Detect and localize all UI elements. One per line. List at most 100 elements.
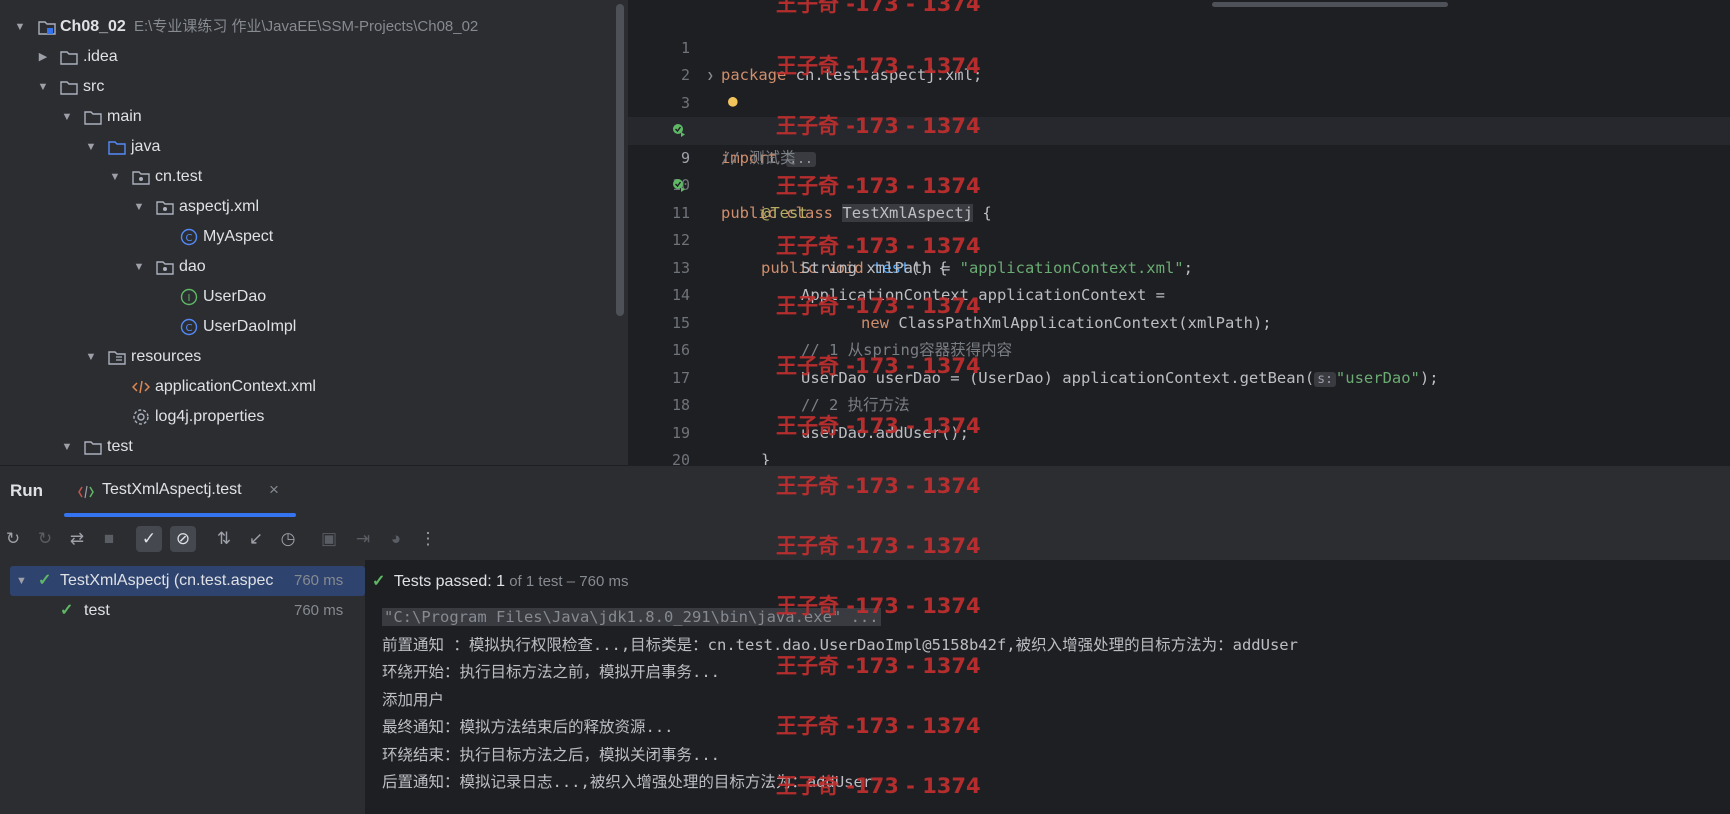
code-line[interactable]: 15 // 1 从spring容器获得内容 bbox=[628, 282, 1730, 360]
tree-item-label: main bbox=[107, 108, 142, 125]
module-folder-icon bbox=[38, 21, 56, 35]
tree-item-label: UserDao bbox=[203, 288, 267, 305]
code-line[interactable]: 3 ❯ import ... bbox=[628, 62, 1730, 167]
tree-item-log4j-properties[interactable]: log4j.properties bbox=[0, 402, 626, 432]
console-command-line[interactable]: "C:\Program Files\Java\jdk1.8.0_291\bin\… bbox=[382, 608, 881, 626]
code-line[interactable]: 14 new ClassPathXmlApplicationContext(xm… bbox=[628, 255, 1730, 332]
tree-item-applicationcontext-xml[interactable]: applicationContext.xml bbox=[0, 372, 626, 402]
code-line[interactable]: 2 bbox=[628, 35, 1730, 84]
tree-item-resources[interactable]: ▼ resources bbox=[0, 342, 626, 372]
svg-text:C: C bbox=[186, 323, 193, 334]
chevron-down-icon[interactable]: ▼ bbox=[132, 192, 146, 222]
status-passed-label: Tests passed: bbox=[393, 573, 497, 590]
chevron-down-icon[interactable]: ▼ bbox=[13, 12, 27, 42]
coverage-icon[interactable]: ◕ bbox=[383, 526, 409, 552]
tree-item-userdaoimpl[interactable]: C UserDaoImpl bbox=[0, 312, 626, 342]
editor-horizontal-scrollbar[interactable] bbox=[1212, 2, 1448, 7]
run-test-icon[interactable] bbox=[672, 123, 686, 137]
project-path: E:\专业课练习 作业\JavaEE\SSM-Projects\Ch08_02 bbox=[134, 18, 479, 35]
code-editor[interactable]: 1 package cn.test.aspectj.xml; 2 3 ❯ imp… bbox=[628, 0, 1730, 465]
svg-text:C: C bbox=[186, 233, 193, 244]
resources-folder-icon bbox=[108, 351, 126, 365]
code-line[interactable]: 18 userDao.addUser(); bbox=[628, 365, 1730, 442]
test-results-tree[interactable]: ▼ ✓ TestXmlAspectj (cn.test.aspec 760 ms… bbox=[0, 560, 366, 814]
chevron-down-icon[interactable]: ▼ bbox=[60, 102, 74, 132]
test-duration: 760 ms bbox=[294, 572, 344, 589]
passed-check-icon: ✓ bbox=[372, 573, 386, 590]
chevron-right-icon[interactable]: ▶ bbox=[36, 42, 50, 72]
screenshot-icon[interactable]: ▣ bbox=[316, 526, 342, 552]
run-tab-label: TestXmlAspectj.test bbox=[102, 481, 242, 498]
sort-icon[interactable]: ⇅ bbox=[211, 526, 237, 552]
chevron-down-icon[interactable]: ▼ bbox=[84, 132, 98, 162]
tree-item-java[interactable]: ▼ java bbox=[0, 132, 626, 162]
close-icon[interactable]: × bbox=[269, 480, 279, 500]
stop-icon[interactable]: ■ bbox=[96, 526, 122, 552]
rerun-failed-icon[interactable]: ↻ bbox=[32, 526, 58, 552]
code-line[interactable]: 19 } bbox=[628, 392, 1730, 466]
tree-item-aspectj-xml[interactable]: ▼ aspectj.xml bbox=[0, 192, 626, 222]
project-name: Ch08_02 bbox=[60, 18, 126, 35]
more-icon[interactable]: ⋮ bbox=[415, 526, 441, 552]
chevron-down-icon[interactable]: ▼ bbox=[132, 252, 146, 282]
console-line: 最终通知：模拟方法结束后的释放资源... bbox=[382, 718, 674, 736]
lightbulb-icon[interactable]: ● bbox=[728, 87, 738, 115]
code-line[interactable]: 16 UserDao userDao = (UserDao) applicati… bbox=[628, 310, 1730, 387]
console-line: 后置通知：模拟记录日志...,被织入增强处理的目标方法为：addUser bbox=[382, 773, 873, 791]
tree-item-myaspect[interactable]: C MyAspect bbox=[0, 222, 626, 252]
code-line[interactable]: 1 package cn.test.aspectj.xml; bbox=[628, 7, 1730, 85]
test-suite-row[interactable]: ▼ ✓ TestXmlAspectj (cn.test.aspec 760 ms bbox=[10, 566, 365, 596]
tree-item-dao[interactable]: ▼ dao bbox=[0, 252, 626, 282]
tree-item-userdao[interactable]: I UserDao bbox=[0, 282, 626, 312]
passed-check-icon: ✓ bbox=[60, 602, 74, 619]
svg-text:I: I bbox=[188, 293, 191, 304]
console-output[interactable]: ✓ Tests passed: 1 of 1 test – 760 ms "C:… bbox=[366, 560, 1730, 814]
code-line[interactable]: 11 public void test() { bbox=[628, 172, 1730, 277]
chevron-down-icon[interactable]: ▼ bbox=[60, 432, 74, 462]
tree-item-cn-test[interactable]: ▼ cn.test bbox=[0, 162, 626, 192]
tree-item-label: log4j.properties bbox=[155, 408, 265, 425]
properties-file-icon bbox=[133, 409, 149, 425]
code-line[interactable]: 20 } bbox=[628, 420, 1730, 465]
xml-file-icon bbox=[132, 380, 150, 394]
code-line[interactable]: 8 // 测试类 ● bbox=[628, 87, 1730, 167]
chevron-down-icon[interactable]: ▼ bbox=[16, 566, 27, 596]
project-tree-scrollbar[interactable] bbox=[616, 4, 624, 316]
chevron-down-icon[interactable]: ▼ bbox=[36, 72, 50, 102]
interface-icon: I bbox=[180, 288, 198, 306]
console-line: 环绕结束：执行目标方法之后，模拟关闭事务... bbox=[382, 745, 720, 764]
code-line[interactable]: 12 String xmlPath = "applicationContext.… bbox=[628, 200, 1730, 277]
tree-item-project-root[interactable]: ▼ Ch08_02 E:\专业课练习 作业\JavaEE\SSM-Project… bbox=[0, 12, 626, 42]
test-method-row[interactable]: ✓ test 760 ms bbox=[10, 596, 365, 626]
code-line-current[interactable]: 9 public class TestXmlAspectj { bbox=[628, 117, 1730, 222]
class-icon: C bbox=[180, 318, 198, 336]
run-test-icon[interactable] bbox=[672, 178, 686, 192]
import-icon[interactable]: ⇥ bbox=[350, 526, 376, 552]
tree-item-label: .idea bbox=[83, 48, 118, 65]
code-line[interactable]: 13 ApplicationContext applicationContext… bbox=[628, 227, 1730, 305]
test-status-bar: ✓ Tests passed: 1 of 1 test – 760 ms bbox=[372, 570, 628, 594]
code-line[interactable]: 21 bbox=[628, 447, 1730, 465]
run-title: Run bbox=[10, 481, 44, 500]
code-line[interactable]: 10 @Test bbox=[628, 145, 1730, 222]
history-icon[interactable]: ◷ bbox=[275, 526, 301, 552]
collapse-icon[interactable]: ↙ bbox=[243, 526, 269, 552]
tree-item-idea[interactable]: ▶ .idea bbox=[0, 42, 626, 72]
code-line[interactable]: 17 // 2 执行方法 bbox=[628, 337, 1730, 415]
toggle-auto-test-icon[interactable]: ⇄ bbox=[64, 526, 90, 552]
chevron-down-icon[interactable]: ▼ bbox=[108, 162, 122, 192]
tree-item-main[interactable]: ▼ main bbox=[0, 102, 626, 132]
source-folder-icon bbox=[108, 141, 126, 155]
fold-expand-icon[interactable]: ❯ bbox=[707, 62, 714, 90]
show-passed-icon[interactable]: ✓ bbox=[136, 526, 162, 552]
show-ignored-icon[interactable]: ⊘ bbox=[170, 526, 196, 552]
status-summary: of 1 test – 760 ms bbox=[505, 573, 629, 590]
rerun-icon[interactable]: ↻ bbox=[0, 526, 26, 552]
run-toolbar: ↻ ↻ ⇄ ■ ✓ ⊘ ⇅ ↙ ◷ ▣ ⇥ ◕ ⋮ bbox=[0, 518, 1730, 561]
project-tree[interactable]: ▼ Ch08_02 E:\专业课练习 作业\JavaEE\SSM-Project… bbox=[0, 0, 626, 465]
chevron-down-icon[interactable]: ▼ bbox=[84, 342, 98, 372]
tree-item-src[interactable]: ▼ src bbox=[0, 72, 626, 102]
status-passed-count: 1 bbox=[496, 573, 506, 590]
tree-item-test[interactable]: ▼ test bbox=[0, 432, 626, 462]
tree-item-label: aspectj.xml bbox=[179, 198, 260, 215]
